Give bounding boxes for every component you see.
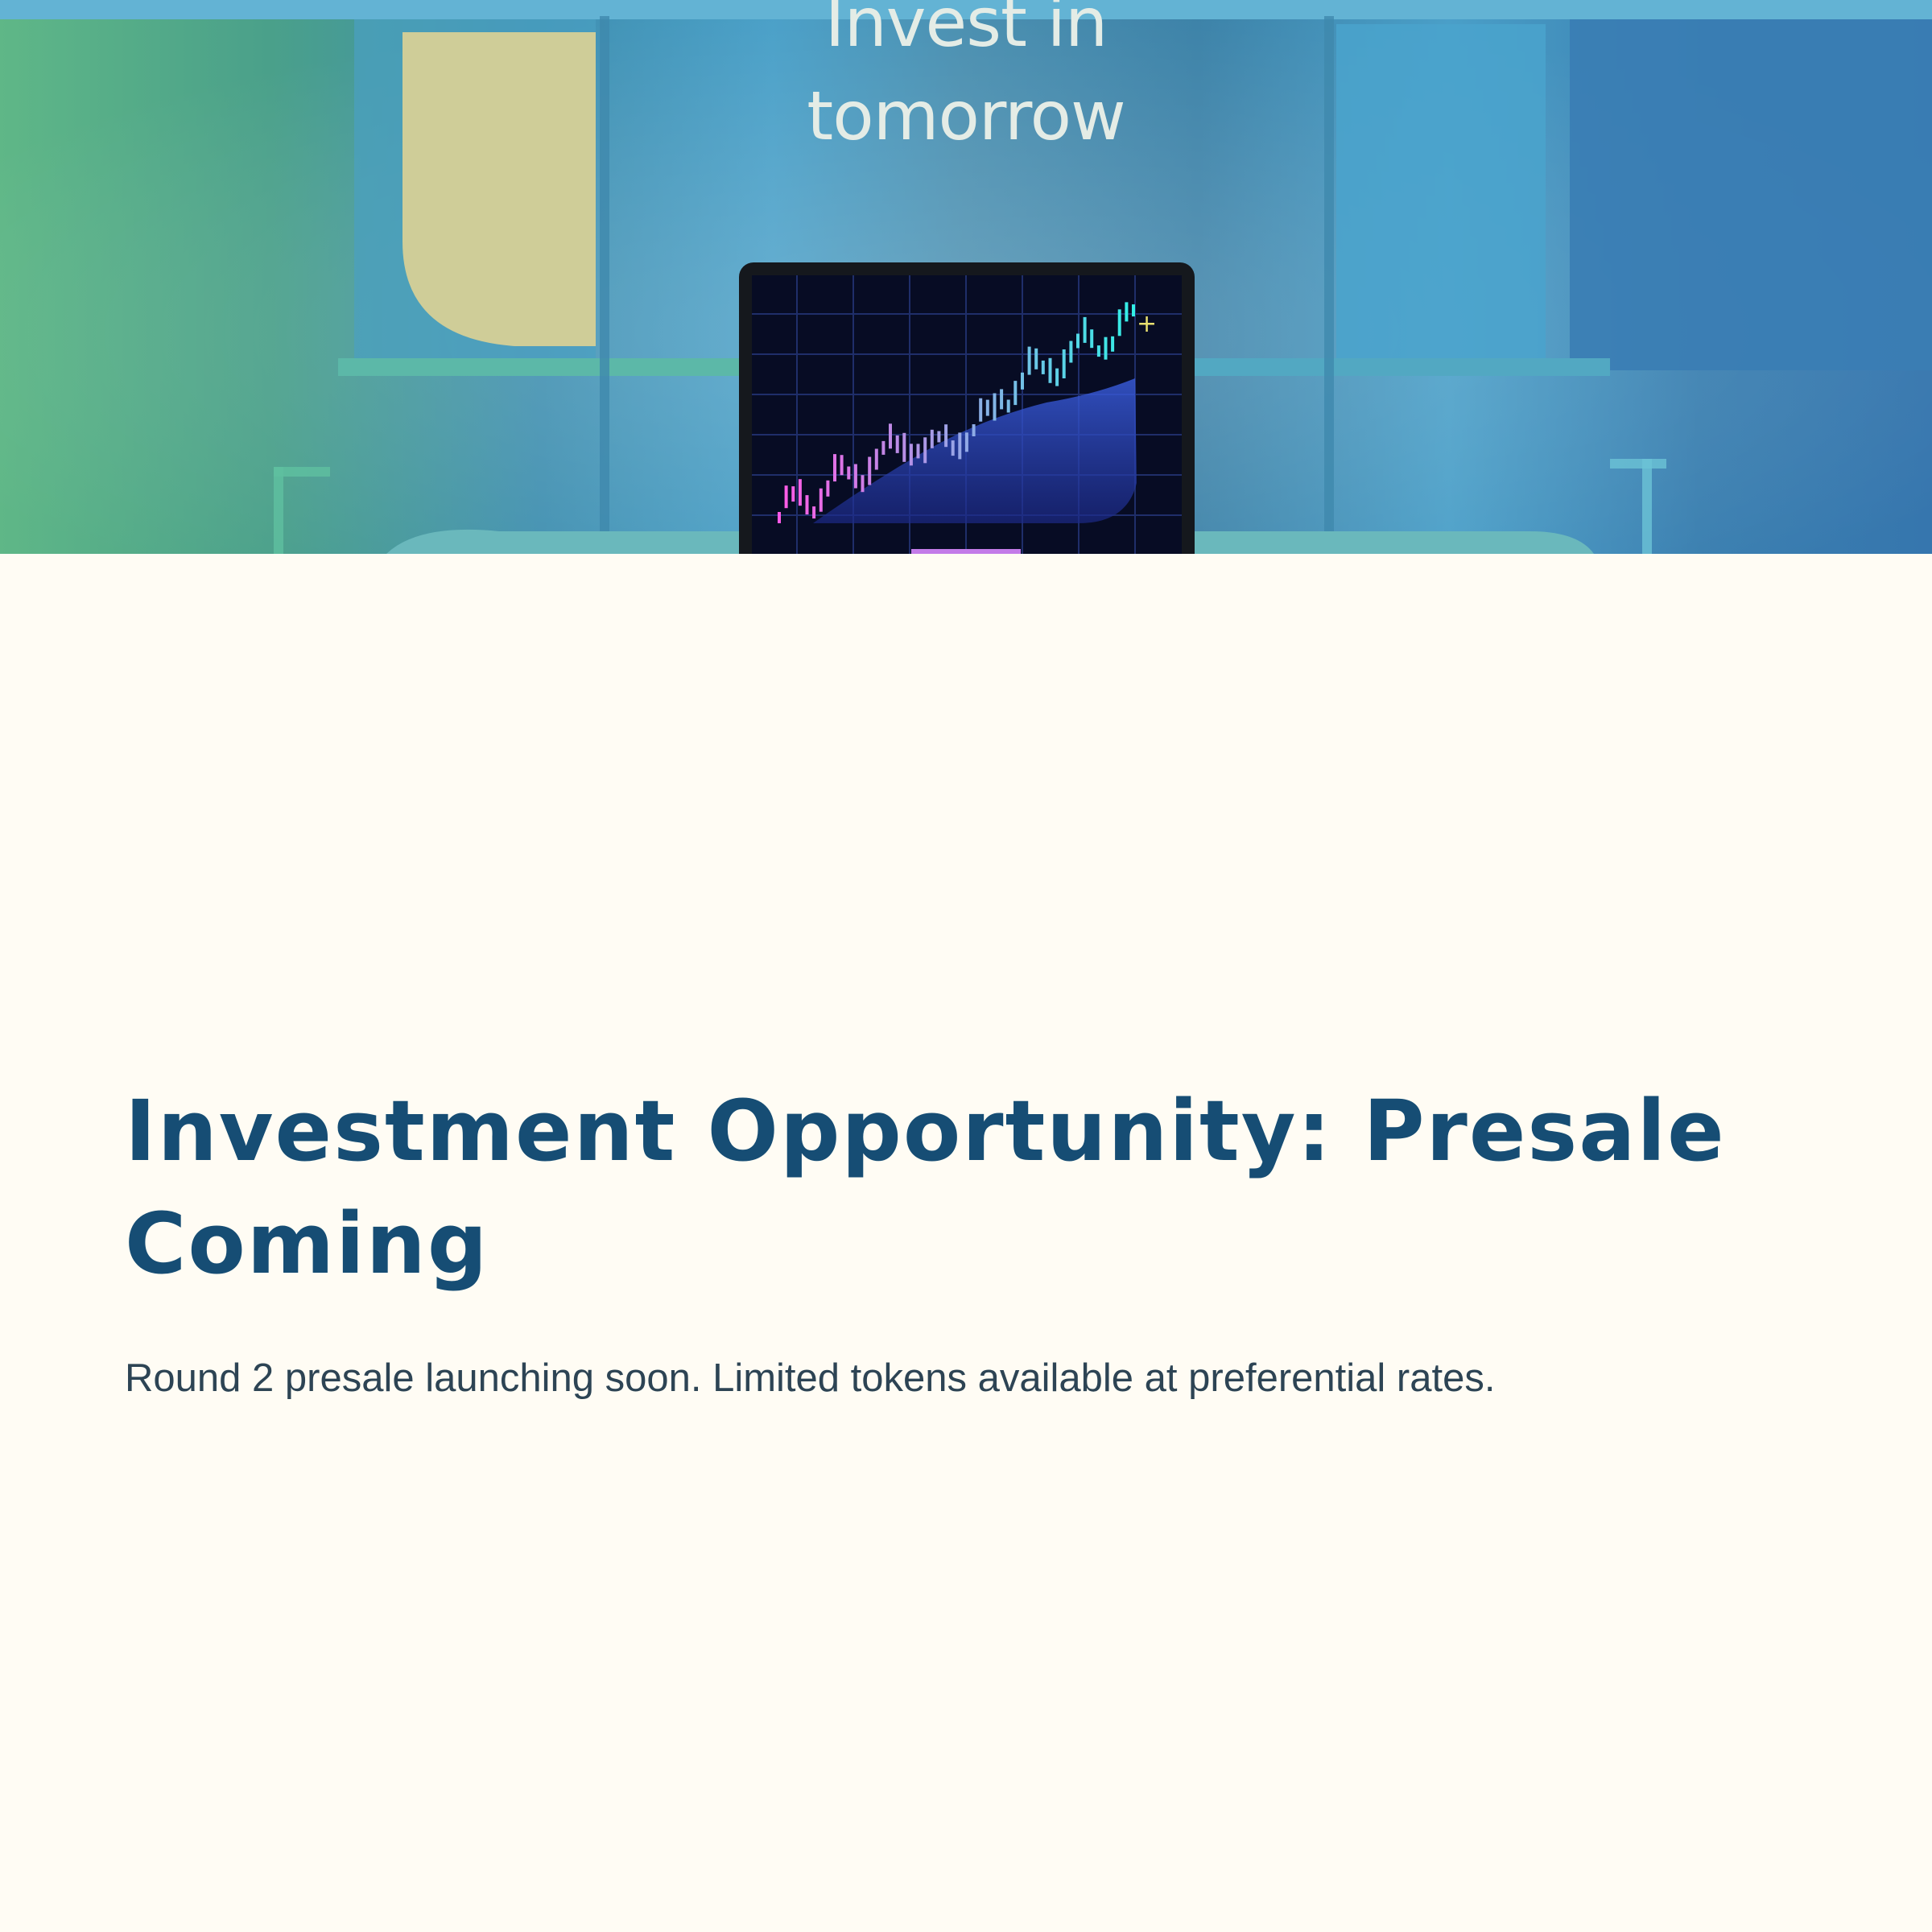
candlestick [833, 454, 836, 482]
candlestick [1013, 381, 1018, 406]
candlestick [1083, 316, 1087, 343]
page-subtitle: Round 2 presale launching soon. Limited … [125, 1356, 1496, 1400]
candlestick [916, 444, 920, 459]
candlestick [805, 495, 809, 515]
candlestick [1021, 372, 1024, 390]
candlestick [1132, 304, 1135, 317]
candlestick [1062, 349, 1066, 378]
candlestick [868, 456, 872, 485]
candlestick [1090, 329, 1094, 349]
candlestick [784, 485, 788, 509]
candlestick [819, 488, 823, 512]
candlestick [840, 455, 844, 476]
candlestick [853, 464, 857, 489]
candlestick [1027, 346, 1031, 375]
candlestick [1041, 360, 1045, 374]
candlestick [1055, 368, 1059, 386]
candlestick [993, 393, 997, 421]
hero-headline-line2: tomorrow [807, 76, 1125, 155]
candlestick [895, 435, 899, 453]
candlestick [889, 423, 892, 449]
candlestick [778, 512, 781, 523]
candlestick [1117, 309, 1121, 336]
candlestick [985, 399, 989, 416]
candlestick [937, 431, 941, 443]
candlestick [930, 429, 934, 448]
candlestick [1104, 336, 1108, 360]
candlestick [1069, 341, 1073, 363]
candlestick [1006, 399, 1010, 413]
candlestick [964, 432, 968, 452]
tablet-bottom-light [911, 549, 1021, 554]
hero-headline-line1: Invest in [824, 0, 1108, 62]
candlestick [798, 479, 802, 506]
candlestick [1096, 345, 1100, 357]
candlestick [979, 398, 983, 422]
candlestick [826, 480, 830, 497]
hero-image: + Invest in tomorrow [0, 0, 1932, 554]
candlestick [958, 432, 962, 460]
candlestick [847, 466, 851, 480]
candlestick [1034, 348, 1038, 369]
candlestick [881, 440, 886, 455]
candlestick [861, 475, 865, 493]
candlestick [944, 424, 948, 448]
candlestick [874, 448, 878, 470]
candlestick [951, 440, 955, 456]
candlestick [1048, 357, 1052, 383]
candlestick [909, 444, 913, 466]
candlestick [923, 437, 927, 464]
candlestick [902, 432, 906, 462]
candlestick [972, 424, 976, 436]
candlestick [1125, 302, 1129, 322]
candlestick [1000, 389, 1004, 410]
plus-icon: + [1137, 310, 1157, 338]
page-title: Investment Opportunity: Presale Coming [125, 1082, 1726, 1293]
candlestick [1111, 336, 1115, 352]
hero-headline: Invest in tomorrow [724, 0, 1208, 163]
candlestick [1076, 333, 1080, 349]
candlestick [791, 486, 795, 502]
candlestick [812, 506, 816, 519]
